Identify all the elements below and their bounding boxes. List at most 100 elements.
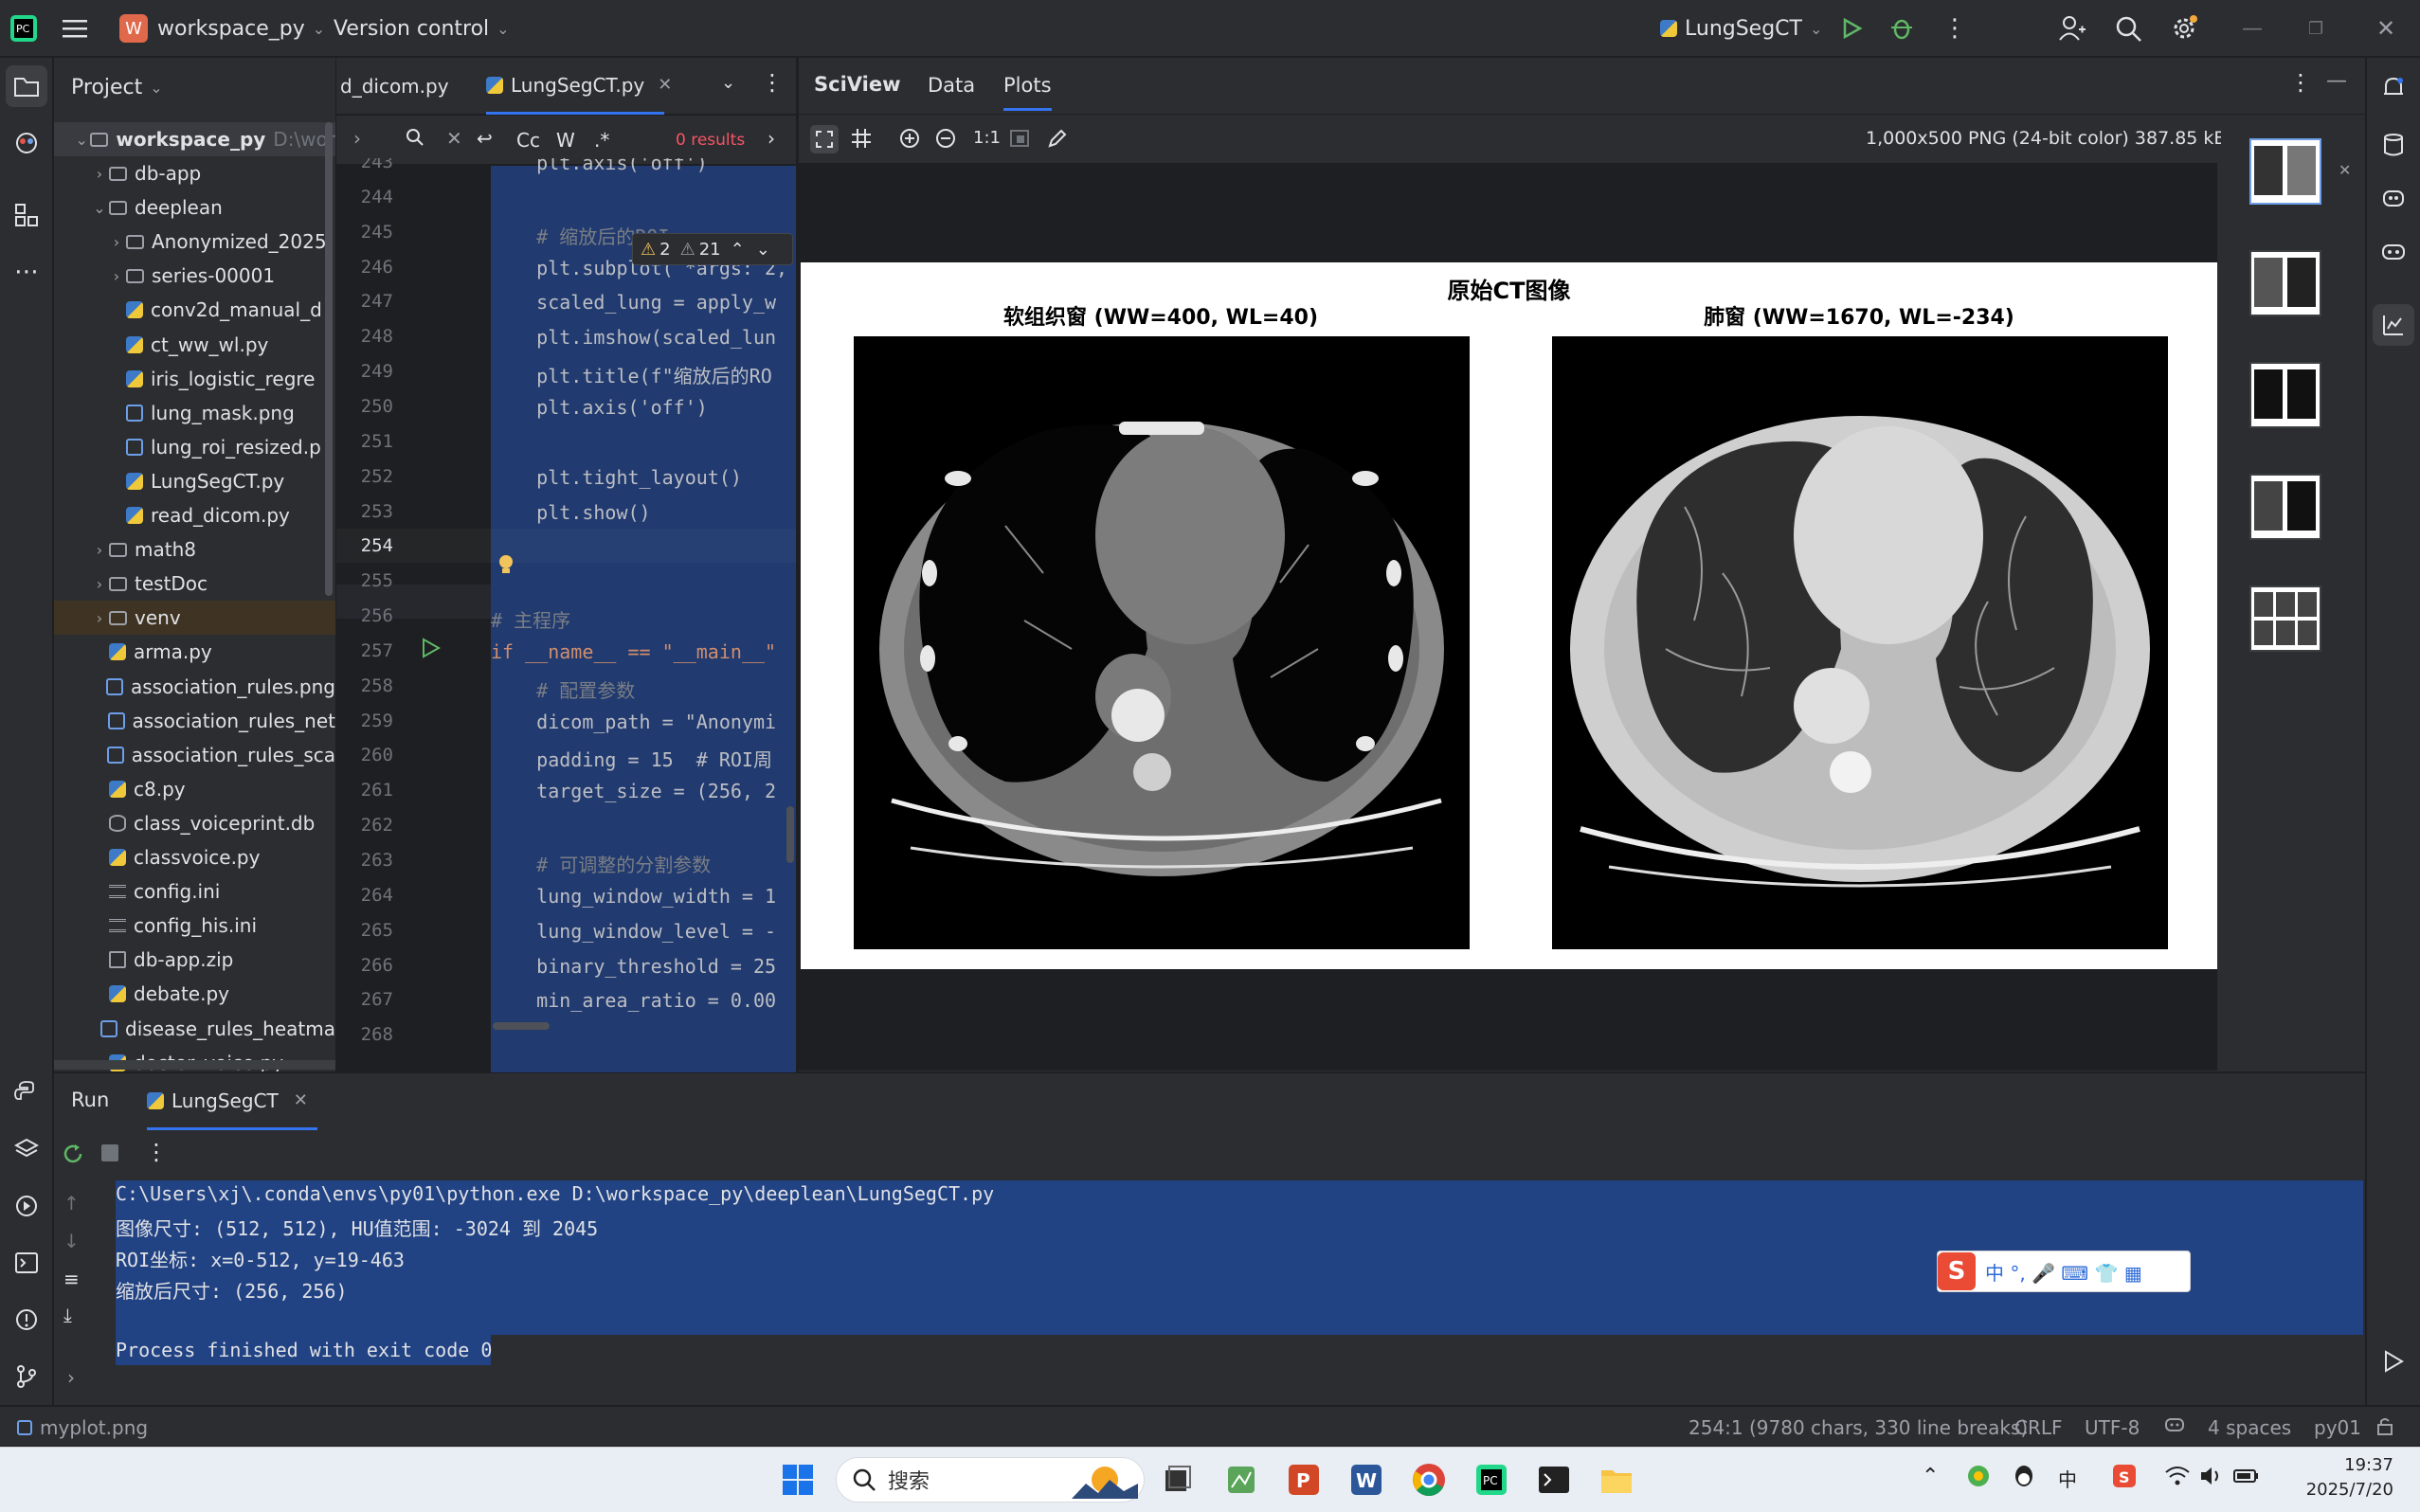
ime-toolbar[interactable]: S 中 °, 🎤 ⌨ 👕 ▦ xyxy=(1937,1251,2191,1292)
tree-file[interactable]: association_rules_net xyxy=(54,704,335,738)
soft-wrap-icon[interactable]: ≡ xyxy=(63,1268,80,1290)
color-picker-icon[interactable] xyxy=(1047,128,1068,153)
tree-file[interactable]: read_dicom.py xyxy=(54,498,335,532)
code-line[interactable]: 248 plt.imshow(scaled_lun xyxy=(336,319,796,353)
terminal-icon[interactable] xyxy=(6,1242,47,1284)
run-config-selector[interactable]: LungSegCT ⌄ xyxy=(1660,0,1822,57)
file-encoding[interactable]: UTF-8 xyxy=(2085,1416,2140,1439)
code-line[interactable]: 260 padding = 15 # ROI周 xyxy=(336,738,796,772)
editor-hscrollbar[interactable] xyxy=(493,1022,550,1030)
next-issue-icon[interactable]: ⌄ xyxy=(756,240,770,260)
tree-folder[interactable]: › venv xyxy=(54,601,335,636)
tree-folder[interactable]: › testDoc xyxy=(54,567,335,601)
thumbnail-5[interactable] xyxy=(2249,585,2321,652)
tree-file[interactable]: lung_roi_resized.p xyxy=(54,430,335,464)
tree-file[interactable]: c8.py xyxy=(54,772,335,806)
tree-folder[interactable]: ⌄ deeplean xyxy=(54,190,335,225)
code-line[interactable]: 261 target_size = (256, 2 xyxy=(336,773,796,807)
code-line[interactable]: 255 xyxy=(336,564,796,598)
tree-file[interactable]: LungSegCT.py xyxy=(54,464,335,498)
chevron-right-icon[interactable]: › xyxy=(90,609,109,627)
code-line[interactable]: 259 dicom_path = "Anonymi xyxy=(336,704,796,738)
zoom-in-icon[interactable] xyxy=(899,128,920,153)
word-icon[interactable]: W xyxy=(1345,1459,1387,1501)
services-icon[interactable] xyxy=(6,1185,47,1227)
code-line[interactable]: 252 plt.tight_layout() xyxy=(336,459,796,494)
code-line[interactable]: 253 plt.show() xyxy=(336,495,796,529)
tab-plots[interactable]: Plots xyxy=(1003,74,1052,111)
chevron-down-icon[interactable]: ⌄ xyxy=(90,199,109,217)
project-tool-icon[interactable] xyxy=(6,65,47,107)
thumbnail-3[interactable] xyxy=(2249,362,2321,428)
indent-setting[interactable]: 4 spaces xyxy=(2208,1416,2291,1439)
scroll-to-end-icon[interactable]: ⤓ xyxy=(63,1304,72,1326)
chevron-right-icon[interactable]: › xyxy=(107,233,126,251)
tray-app-icon[interactable] xyxy=(1965,1463,1992,1493)
chevron-right-icon[interactable]: › xyxy=(107,267,126,285)
horizontal-scrollbar[interactable] xyxy=(54,1060,335,1070)
grid-icon[interactable] xyxy=(852,129,871,152)
search-icon[interactable] xyxy=(2115,0,2141,57)
actual-size-button[interactable]: 1:1 xyxy=(973,128,1001,148)
lock-icon[interactable] xyxy=(2376,1416,2393,1440)
settings-gear-icon[interactable] xyxy=(2170,0,2198,57)
rerun-icon[interactable] xyxy=(62,1143,84,1169)
copilot-icon[interactable] xyxy=(2373,230,2414,272)
tree-file[interactable]: config_his.ini xyxy=(54,909,335,943)
maximize-button[interactable]: ❐ xyxy=(2308,0,2323,57)
tree-file[interactable]: db-app.zip xyxy=(54,943,335,977)
regex-toggle[interactable]: .* xyxy=(594,129,609,152)
editor-more-icon[interactable]: ⋮ xyxy=(761,69,784,96)
history-icon[interactable]: ↩ xyxy=(477,127,493,150)
thumbnail-1[interactable] xyxy=(2249,138,2321,205)
tree-file[interactable]: association_rules_sca xyxy=(54,738,335,772)
volume-icon[interactable] xyxy=(2198,1463,2225,1493)
minimize-button[interactable]: — xyxy=(2242,0,2263,57)
fit-zoom-icon[interactable] xyxy=(810,125,839,153)
python-console-icon[interactable] xyxy=(6,1071,47,1113)
run-button[interactable] xyxy=(1840,0,1863,57)
code-line[interactable]: 244 xyxy=(336,180,796,214)
match-case-toggle[interactable]: Cc xyxy=(516,129,540,152)
tray-ime-lang[interactable]: 中 xyxy=(2058,1465,2077,1492)
run-more-icon[interactable]: ⋮ xyxy=(145,1139,168,1165)
inspection-widget[interactable]: ⚠ 2 ⚠ 21 ⌃ ⌄ xyxy=(632,233,793,265)
tree-root[interactable]: ⌄ workspace_py D:\wor xyxy=(54,122,335,156)
tree-folder[interactable]: › db-app xyxy=(54,156,335,190)
battery-icon[interactable] xyxy=(2232,1463,2261,1493)
ai-assistant-icon[interactable] xyxy=(2373,177,2414,219)
code-line[interactable]: 249 plt.title(f"缩放后的RO xyxy=(336,354,796,388)
interpreter[interactable]: py01 xyxy=(2314,1416,2361,1439)
code-line[interactable]: 251 xyxy=(336,424,796,459)
code-line[interactable]: 262 xyxy=(336,808,796,842)
chrome-icon[interactable] xyxy=(1408,1459,1450,1501)
problems-icon[interactable] xyxy=(6,1299,47,1341)
tree-file[interactable]: disease_rules_heatma xyxy=(54,1012,335,1046)
tab-data[interactable]: Data xyxy=(928,74,975,97)
wifi-icon[interactable] xyxy=(2164,1463,2191,1493)
code-line[interactable]: 267 min_area_ratio = 0.00 xyxy=(336,982,796,1017)
code-line[interactable]: 254 xyxy=(336,529,796,563)
sciview-more-icon[interactable]: ⋮ xyxy=(2289,69,2312,96)
add-user-icon[interactable] xyxy=(2058,0,2086,57)
tab-read-dicom[interactable]: d_dicom.py xyxy=(340,58,449,115)
tree-file[interactable]: ct_ww_wl.py xyxy=(54,328,335,362)
prev-issue-icon[interactable]: ⌃ xyxy=(731,240,745,260)
console-output[interactable]: C:\Users\xj\.conda\envs\py01\python.exe … xyxy=(114,1180,2363,1365)
tree-file[interactable]: iris_logistic_regre xyxy=(54,362,335,396)
taskbar-clock[interactable]: 19:37 2025/7/20 xyxy=(2280,1453,2393,1503)
vertical-scrollbar[interactable] xyxy=(325,122,333,596)
sciview-chart-icon[interactable] xyxy=(2373,304,2414,346)
notifications-icon[interactable] xyxy=(2373,67,2414,109)
vcs-menu[interactable]: Version control ⌄ xyxy=(334,0,510,57)
scroll-down-icon[interactable]: ↓ xyxy=(63,1230,80,1252)
scroll-up-icon[interactable]: ↑ xyxy=(63,1192,80,1215)
tree-folder[interactable]: › Anonymized_2025 xyxy=(54,225,335,259)
tree-file[interactable]: association_rules.png xyxy=(54,670,335,704)
powerpoint-icon[interactable]: P xyxy=(1283,1459,1325,1501)
breadcrumb-file[interactable]: myplot.png xyxy=(17,1416,148,1439)
debug-button[interactable] xyxy=(1889,0,1914,57)
chevron-right-icon[interactable]: › xyxy=(90,541,109,559)
tab-run-config[interactable]: LungSegCT ✕ xyxy=(147,1073,317,1130)
terminal-taskbar-icon[interactable] xyxy=(1533,1459,1575,1501)
